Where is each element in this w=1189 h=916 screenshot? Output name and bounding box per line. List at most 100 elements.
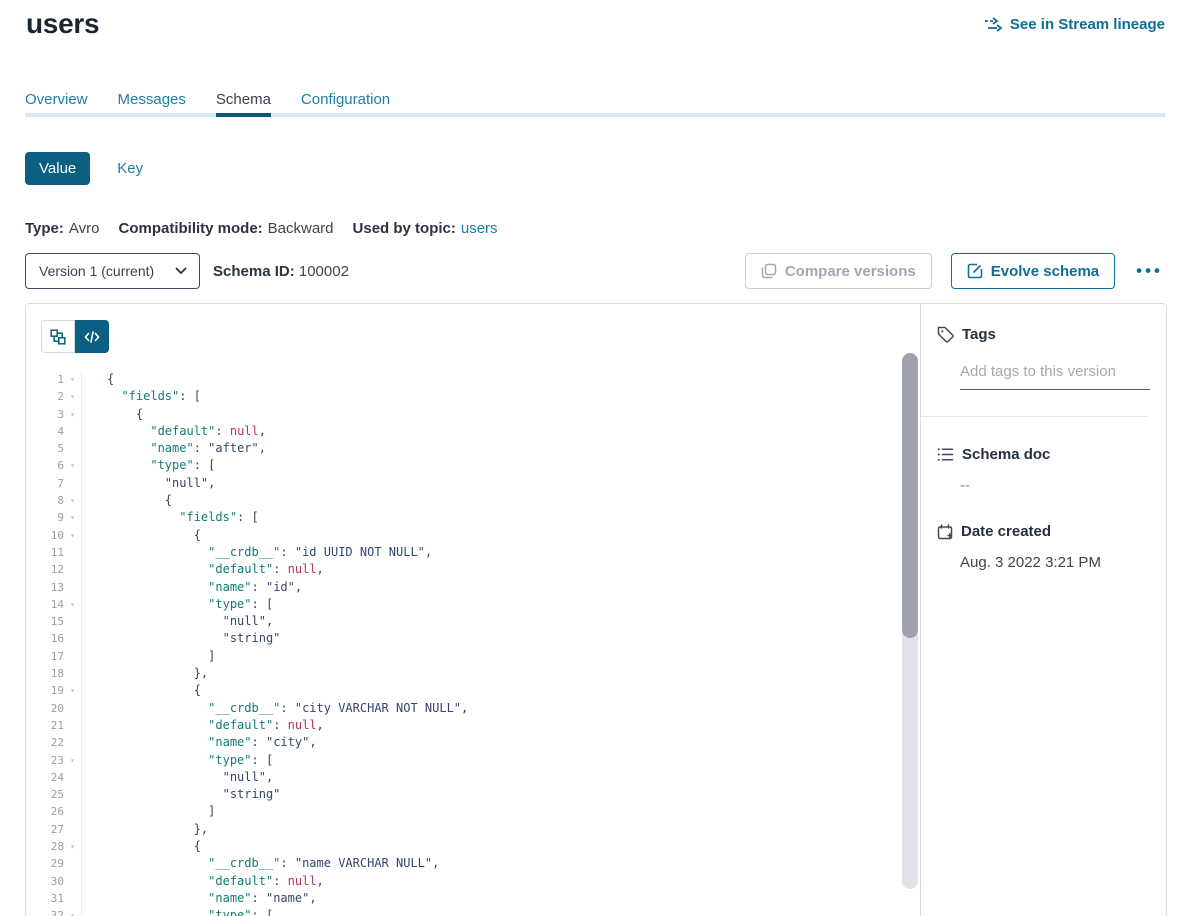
line-number: 24 [26,769,64,786]
line-number: 14 [26,596,64,613]
compatibility-label: Compatibility mode: [118,220,262,237]
version-bar: Version 1 (current) Schema ID: 100002 Co… [25,253,1165,289]
fold-spacer [64,648,81,665]
view-mode-toggle [41,320,109,353]
edit-icon [967,263,983,279]
line-number: 9 [26,509,64,526]
compare-versions-button[interactable]: Compare versions [745,253,932,289]
key-toggle-link[interactable]: Key [117,160,143,177]
fold-toggle-icon[interactable]: ▾ [64,596,81,613]
schema-meta-row: Type:Avro Compatibility mode:Backward Us… [25,220,498,237]
code-line: 6▾ "type": [ [26,457,898,474]
code-line: 5 "name": "after", [26,440,898,457]
tags-title: Tags [962,326,996,343]
line-number: 29 [26,855,64,872]
fold-spacer [64,579,81,596]
line-number: 12 [26,561,64,578]
page-title: users [26,8,99,40]
code-line: 28▾ { [26,838,898,855]
code-text: }, [81,821,898,838]
code-text: "type": [ [81,752,898,769]
code-line: 17 ] [26,648,898,665]
fold-toggle-icon[interactable]: ▾ [64,838,81,855]
code-line: 11 "__crdb__": "id UUID NOT NULL", [26,544,898,561]
code-text: { [81,406,898,423]
code-text: "default": null, [81,423,898,440]
editor-scrollbar-thumb[interactable] [902,353,918,638]
code-text: { [81,682,898,699]
fold-spacer [64,734,81,751]
tree-view-icon [50,329,66,345]
fold-toggle-icon[interactable]: ▾ [64,682,81,699]
fold-spacer [64,873,81,890]
fold-toggle-icon[interactable]: ▾ [64,527,81,544]
code-line: 14▾ "type": [ [26,596,898,613]
fold-toggle-icon[interactable]: ▾ [64,752,81,769]
fold-spacer [64,700,81,717]
code-line: 19▾ { [26,682,898,699]
line-number: 20 [26,700,64,717]
see-in-stream-lineage-link[interactable]: See in Stream lineage [984,16,1165,33]
code-line: 25 "string" [26,786,898,803]
line-number: 1 [26,371,64,388]
stream-lineage-label: See in Stream lineage [1010,16,1165,33]
code-view-button[interactable] [75,320,109,353]
code-text: ] [81,648,898,665]
version-select[interactable]: Version 1 (current) [25,253,200,289]
line-number: 23 [26,752,64,769]
fold-toggle-icon[interactable]: ▾ [64,406,81,423]
fold-spacer [64,475,81,492]
line-number: 6 [26,457,64,474]
fold-toggle-icon[interactable]: ▾ [64,371,81,388]
code-line: 23▾ "type": [ [26,752,898,769]
tag-icon [937,326,954,343]
fold-toggle-icon[interactable]: ▾ [64,457,81,474]
fold-toggle-icon[interactable]: ▾ [64,509,81,526]
code-text: "string" [81,630,898,647]
code-line: 10▾ { [26,527,898,544]
chevron-down-icon [175,267,187,275]
fold-toggle-icon[interactable]: ▾ [64,388,81,405]
schema-code-editor[interactable]: 1▾{2▾ "fields": [3▾ {4 "default": null,5… [26,371,898,916]
fold-spacer [64,717,81,734]
code-text: "null", [81,769,898,786]
code-text: { [81,527,898,544]
fold-toggle-icon[interactable]: ▾ [64,492,81,509]
fold-spacer [64,821,81,838]
fold-spacer [64,630,81,647]
tree-view-button[interactable] [41,320,75,353]
tab-configuration[interactable]: Configuration [301,91,390,122]
topic-link[interactable]: users [461,220,498,237]
schema-id: Schema ID: 100002 [213,263,349,280]
add-tags-input[interactable] [960,363,1150,390]
code-line: 26 ] [26,803,898,820]
code-text: }, [81,665,898,682]
line-number: 16 [26,630,64,647]
tab-schema[interactable]: Schema [216,91,271,122]
fold-toggle-icon[interactable]: ▾ [64,907,81,916]
code-line: 16 "string" [26,630,898,647]
code-text: "type": [ [81,907,898,916]
evolve-schema-button[interactable]: Evolve schema [951,253,1115,289]
active-tab-indicator [216,113,271,117]
code-line: 9▾ "fields": [ [26,509,898,526]
code-line: 32▾ "type": [ [26,907,898,916]
line-number: 19 [26,682,64,699]
fold-spacer [64,423,81,440]
compare-versions-icon [761,263,777,279]
tab-overview[interactable]: Overview [25,91,88,122]
code-text: "__crdb__": "city VARCHAR NOT NULL", [81,700,898,717]
schema-panel: 1▾{2▾ "fields": [3▾ {4 "default": null,5… [25,303,1167,916]
code-line: 13 "name": "id", [26,579,898,596]
value-toggle-button[interactable]: Value [25,152,90,185]
fold-spacer [64,665,81,682]
line-number: 2 [26,388,64,405]
code-text: { [81,492,898,509]
editor-scrollbar-track[interactable] [902,353,918,889]
tab-bar: Overview Messages Schema Configuration [25,91,390,122]
more-actions-button[interactable]: ••• [1134,257,1165,285]
fold-spacer [64,803,81,820]
compatibility-value: Backward [268,220,334,237]
line-number: 4 [26,423,64,440]
tab-messages[interactable]: Messages [118,91,186,122]
